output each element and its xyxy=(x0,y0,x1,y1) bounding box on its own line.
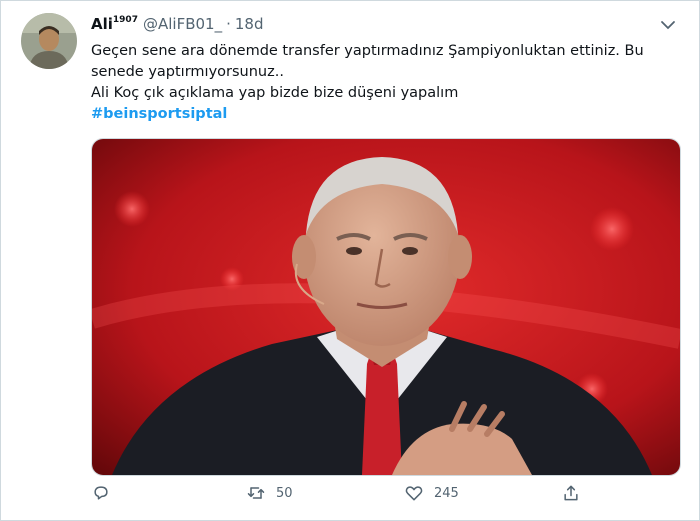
tweet-actions: 50 245 xyxy=(91,483,651,507)
tweet-text-line: Ali Koç çık açıklama yap bizde bize düşe… xyxy=(91,85,459,101)
avatar[interactable] xyxy=(21,13,77,69)
tweet-header: Ali1907 @AliFB01_ · 18d xyxy=(91,15,263,37)
author-name[interactable]: Ali1907 xyxy=(91,15,138,33)
tweet-text-line: Geçen sene ara dönemde transfer yaptırma… xyxy=(91,43,644,59)
share-icon xyxy=(564,485,578,501)
like-count: 245 xyxy=(434,485,459,501)
hashtag-link[interactable]: #beinsportsiptal xyxy=(91,104,671,125)
retweet-icon xyxy=(247,487,265,499)
tweet-media-image[interactable] xyxy=(91,138,681,476)
separator-dot: · xyxy=(226,15,231,33)
tweet-timestamp[interactable]: 18d xyxy=(235,15,264,33)
tweet-card: Ali1907 @AliFB01_ · 18d Geçen sene ara d… xyxy=(0,0,700,521)
author-name-superscript: 1907 xyxy=(112,15,138,25)
retweet-button[interactable]: 50 xyxy=(246,483,293,503)
share-button[interactable] xyxy=(561,483,581,503)
reply-button[interactable] xyxy=(91,483,121,503)
chevron-down-icon[interactable] xyxy=(659,17,677,31)
reply-icon xyxy=(94,486,108,500)
author-handle[interactable]: @AliFB01_ xyxy=(143,15,222,33)
like-button[interactable]: 245 xyxy=(404,483,459,503)
tweet-text-line: senede yaptırmıyorsunuz.. xyxy=(91,64,284,80)
retweet-count: 50 xyxy=(276,485,293,501)
tweet-text: Geçen sene ara dönemde transfer yaptırma… xyxy=(91,41,671,125)
like-icon xyxy=(405,486,423,501)
